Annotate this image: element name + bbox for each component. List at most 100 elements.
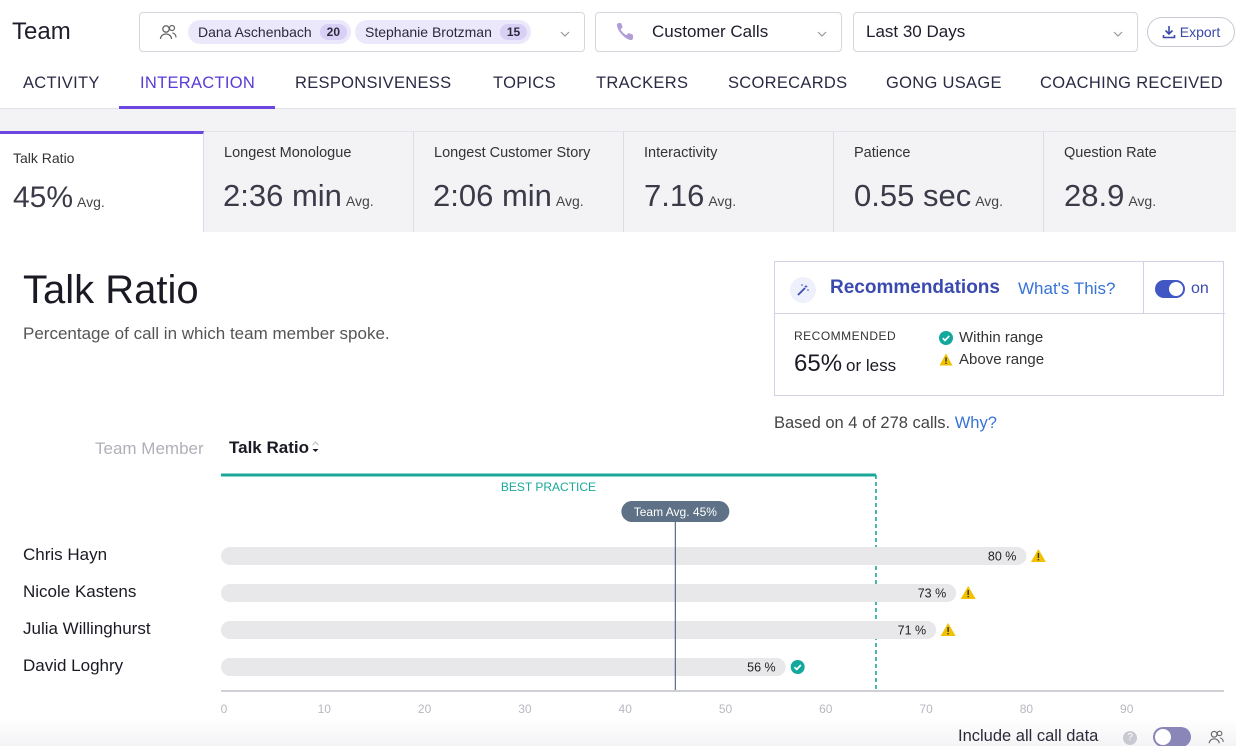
metric-value: 7.16 Avg. [644,178,737,213]
header-bar: Team Dana Aschenbach 20 Stephanie Brotzm… [0,0,1236,64]
x-tick-label: 60 [819,702,833,716]
metric-label: Longest Customer Story [434,145,591,161]
bar-value-label: 71 % [898,624,927,638]
x-tick-label: 80 [1020,702,1034,716]
warning-icon-dot [967,596,969,598]
recommendations-card: Recommendations What's This? on RECOMMEN… [774,261,1225,396]
bar-value-label: 73 % [918,587,947,601]
x-tick-label: 10 [318,702,332,716]
download-icon [1162,26,1176,39]
column-talk-ratio[interactable]: Talk Ratio [229,438,309,458]
metric-card-patience[interactable]: Patience 0.55 sec Avg. [834,131,1044,232]
warning-icon-dot [1037,559,1040,561]
warning-icon-mark [967,590,969,595]
date-range-filter[interactable]: Last 30 Days [853,12,1138,52]
whats-this-link[interactable]: What's This? [1018,279,1115,299]
metric-card-question-rate[interactable]: Question Rate 28.9 Avg. [1044,131,1236,232]
talk-ratio-chart: BEST PRACTICE 80 % 73 % 71 % 56 % Team Avg. 4… [0,470,1236,746]
call-type-value: Customer Calls [652,22,769,41]
metrics-strip: Talk Ratio 45% Avg. Longest Monologue 2:3… [0,109,1236,232]
phone-icon [616,23,633,41]
bar [221,658,786,676]
magic-wand-icon [790,277,816,303]
chart-svg: BEST PRACTICE 80 % 73 % 71 % 56 % Team Avg. 4… [0,473,1236,746]
team-avg-label: Team Avg. 45% [634,505,717,519]
rep-name[interactable]: Nicole Kastens [23,582,136,602]
bar [221,621,937,639]
metric-label: Talk Ratio [13,150,75,166]
metric-card-longest-monologue[interactable]: Longest Monologue 2:36 min Avg. [204,131,414,232]
recommendations-header: Recommendations What's This? on [775,262,1225,314]
divider [1143,262,1144,314]
x-tick-label: 0 [221,702,228,716]
x-tick-label: 40 [619,702,633,716]
tab-bar: ACTIVITY INTERACTION RESPONSIVENESS TOPI… [0,64,1236,109]
tab-trackers[interactable]: TRACKERS [596,74,688,93]
include-all-label: Include all call data [958,727,1099,745]
tab-coaching-received[interactable]: COACHING RECEIVED [1040,74,1223,93]
tab-activity[interactable]: ACTIVITY [23,74,100,93]
metric-value: 45% Avg. [13,181,105,214]
bar [221,584,957,602]
bar-value-label: 56 % [747,661,776,675]
tab-scorecards[interactable]: SCORECARDS [728,74,847,93]
metric-label: Longest Monologue [224,145,352,161]
section-subtitle: Percentage of call in which team member … [23,324,390,343]
tab-responsiveness[interactable]: RESPONSIVENESS [295,74,451,93]
recommendations-toggle[interactable] [1155,280,1185,298]
x-tick-label: 90 [1120,702,1134,716]
member-chip-count: 20 [319,24,347,40]
recommendations-title: Recommendations [830,277,1000,298]
toggle-state-label: on [1191,280,1209,297]
date-range-value: Last 30 Days [866,22,966,41]
page-title: Team [12,18,71,45]
member-chip-name: Dana Aschenbach [198,24,312,40]
section-title: Talk Ratio [23,268,199,312]
help-icon[interactable]: ? [1123,731,1137,745]
member-chip-name: Stephanie Brotzman [365,24,492,40]
metric-label: Question Rate [1064,145,1157,161]
rep-name[interactable]: David Loghry [23,656,123,676]
rep-name[interactable]: Julia Willinghurst [23,619,151,639]
chevron-down-icon[interactable] [560,29,570,39]
check-circle-icon [790,660,805,674]
legend-above-range: Above range [939,351,1044,368]
why-link[interactable]: Why? [955,414,997,432]
metric-label: Patience [854,145,911,161]
legend-within-range: Within range [939,329,1043,346]
warning-icon [939,353,953,366]
tab-interaction[interactable]: INTERACTION [140,74,255,93]
metric-card-talk-ratio[interactable]: Talk Ratio 45% Avg. [0,131,204,232]
metric-label: Interactivity [644,145,718,161]
people-icon[interactable] [1207,728,1225,746]
call-type-filter[interactable]: Customer Calls [595,12,842,52]
warning-icon-dot [947,633,949,635]
recommended-value: 65% or less [794,350,897,377]
chevron-down-icon[interactable] [817,29,827,39]
sort-icon[interactable] [311,439,320,455]
member-chip-count: 15 [499,24,528,40]
bar [221,547,1027,565]
team-members-filter[interactable]: Dana Aschenbach 20 Stephanie Brotzman 15 [139,12,585,52]
recommended-label: RECOMMENDED [794,329,897,343]
warning-icon-mark [1037,553,1040,558]
metric-value: 2:36 min Avg. [223,178,374,213]
chevron-down-icon[interactable] [1113,29,1123,39]
include-all-toggle[interactable] [1153,727,1191,746]
member-chip[interactable]: Dana Aschenbach 20 [188,20,351,44]
member-chip[interactable]: Stephanie Brotzman 15 [355,20,532,44]
based-on-note: Based on 4 of 278 calls. Why? [774,414,997,432]
metric-card-interactivity[interactable]: Interactivity 7.16 Avg. [624,131,834,232]
tab-gong-usage[interactable]: GONG USAGE [886,74,1002,93]
people-icon [159,24,177,40]
x-tick-label: 50 [719,702,733,716]
best-practice-label: BEST PRACTICE [501,480,596,494]
rep-name[interactable]: Chris Hayn [23,545,107,565]
check-circle-icon [939,330,953,345]
tab-topics[interactable]: TOPICS [493,74,556,93]
export-button[interactable]: Export [1147,17,1235,47]
column-team-member[interactable]: Team Member [95,439,204,459]
metric-card-longest-customer-story[interactable]: Longest Customer Story 2:06 min Avg. [414,131,624,232]
x-tick-label: 20 [418,702,432,716]
metric-value: 28.9 Avg. [1064,178,1157,213]
